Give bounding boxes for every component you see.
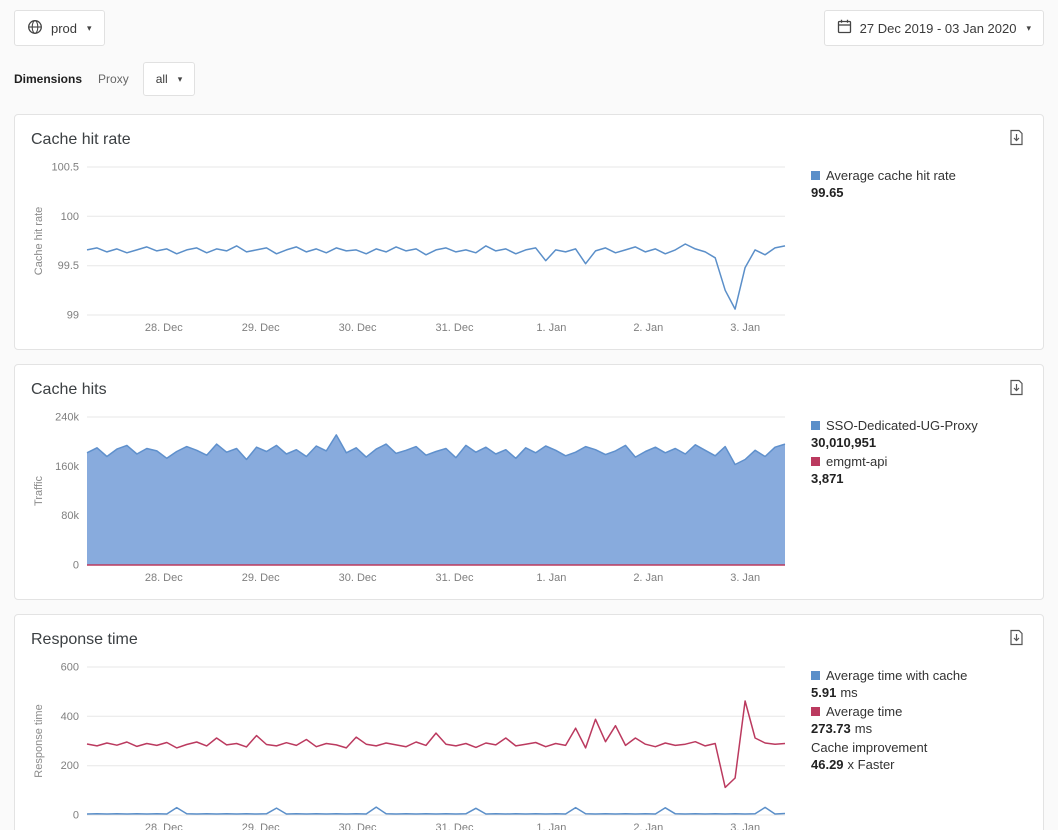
filters-bar: Dimensions Proxy all ▾ xyxy=(0,46,1058,96)
svg-text:80k: 80k xyxy=(61,510,79,522)
svg-text:1. Jan: 1. Jan xyxy=(536,822,566,830)
export-icon[interactable] xyxy=(1006,127,1027,153)
legend-label: SSO-Dedicated-UG-Proxy xyxy=(826,417,978,434)
proxy-selector[interactable]: all ▾ xyxy=(143,62,196,96)
svg-text:Cache hit rate: Cache hit rate xyxy=(33,207,45,275)
svg-text:Traffic: Traffic xyxy=(33,476,45,506)
legend-item: Average time 273.73ms xyxy=(811,703,1027,737)
legend-value: 273.73ms xyxy=(811,720,1027,737)
svg-text:100.5: 100.5 xyxy=(51,162,79,174)
legend-item: Average time with cache 5.91ms xyxy=(811,667,1027,701)
svg-text:1. Jan: 1. Jan xyxy=(536,322,566,334)
svg-text:31. Dec: 31. Dec xyxy=(436,572,474,584)
svg-text:28. Dec: 28. Dec xyxy=(145,822,183,830)
svg-text:240k: 240k xyxy=(55,412,79,424)
environment-selector[interactable]: prod ▾ xyxy=(14,10,105,46)
legend-swatch xyxy=(811,421,820,430)
legend-label: Average time with cache xyxy=(826,667,967,684)
legend-value: 5.91ms xyxy=(811,684,1027,701)
legend-value: 46.29x Faster xyxy=(811,756,1027,773)
legend-label: Average cache hit rate xyxy=(826,167,956,184)
svg-text:2. Jan: 2. Jan xyxy=(633,322,663,334)
legend-swatch xyxy=(811,171,820,180)
date-range-picker[interactable]: 27 Dec 2019 - 03 Jan 2020 ▾ xyxy=(824,10,1044,46)
legend-label: emgmt-api xyxy=(826,453,887,470)
legend: SSO-Dedicated-UG-Proxy 30,010,951 emgmt-… xyxy=(811,409,1027,489)
legend-swatch xyxy=(811,457,820,466)
svg-text:0: 0 xyxy=(73,560,79,572)
environment-label: prod xyxy=(51,21,77,36)
legend-label: Average time xyxy=(826,703,902,720)
proxy-label: Proxy xyxy=(98,72,129,86)
globe-icon xyxy=(27,19,43,38)
legend-item: SSO-Dedicated-UG-Proxy 30,010,951 xyxy=(811,417,1027,451)
svg-text:31. Dec: 31. Dec xyxy=(436,322,474,334)
export-icon[interactable] xyxy=(1006,627,1027,653)
legend-item: emgmt-api 3,871 xyxy=(811,453,1027,487)
legend-swatch xyxy=(811,707,820,716)
chart-title: Cache hit rate xyxy=(31,127,131,149)
svg-text:29. Dec: 29. Dec xyxy=(242,572,280,584)
svg-text:3. Jan: 3. Jan xyxy=(730,322,760,334)
svg-text:Response time: Response time xyxy=(33,704,45,777)
top-bar: prod ▾ 27 Dec 2019 - 03 Jan 2020 ▾ xyxy=(0,0,1058,46)
svg-text:99: 99 xyxy=(67,310,79,322)
legend: Average cache hit rate 99.65 xyxy=(811,159,1027,203)
svg-text:2. Jan: 2. Jan xyxy=(633,572,663,584)
proxy-selected-value: all xyxy=(156,72,168,86)
analytics-dashboard: { "header": { "environment": "prod", "da… xyxy=(0,0,1058,830)
legend-value: 3,871 xyxy=(811,470,1027,487)
calendar-icon xyxy=(837,19,852,37)
svg-text:400: 400 xyxy=(61,711,79,723)
svg-text:30. Dec: 30. Dec xyxy=(339,572,377,584)
cache-hits-chart: 0 80k 160k 240k 28. Dec 29. Dec 30. Dec 31. Dec… xyxy=(31,409,791,587)
svg-text:28. Dec: 28. Dec xyxy=(145,322,183,334)
chevron-down-icon: ▾ xyxy=(1026,23,1031,34)
svg-text:28. Dec: 28. Dec xyxy=(145,572,183,584)
chevron-down-icon: ▾ xyxy=(178,74,183,85)
date-range-label: 27 Dec 2019 - 03 Jan 2020 xyxy=(860,21,1017,36)
chart-title: Cache hits xyxy=(31,377,107,399)
svg-text:3. Jan: 3. Jan xyxy=(730,822,760,830)
legend-item: Average cache hit rate 99.65 xyxy=(811,167,1027,201)
svg-text:2. Jan: 2. Jan xyxy=(633,822,663,830)
cache-hit-rate-chart: 99 99.5 100 100.5 28. Dec 29. Dec 30. Dec 31. D… xyxy=(31,159,791,337)
cache-hit-rate-card: Cache hit rate 99 99.5 100 100.5 28. Dec 29. … xyxy=(14,114,1044,350)
legend-swatch xyxy=(811,671,820,680)
chevron-down-icon: ▾ xyxy=(87,23,92,34)
svg-text:29. Dec: 29. Dec xyxy=(242,822,280,830)
svg-text:31. Dec: 31. Dec xyxy=(436,822,474,830)
svg-text:3. Jan: 3. Jan xyxy=(730,572,760,584)
svg-text:30. Dec: 30. Dec xyxy=(339,822,377,830)
dimensions-label: Dimensions xyxy=(14,72,82,86)
svg-text:99.5: 99.5 xyxy=(58,260,79,272)
svg-text:0: 0 xyxy=(73,810,79,822)
response-time-chart: 0 200 400 600 28. Dec 29. Dec 30. Dec 31. Dec 1.… xyxy=(31,659,791,830)
chart-title: Response time xyxy=(31,627,138,649)
legend: Average time with cache 5.91ms Average t… xyxy=(811,659,1027,775)
svg-text:160k: 160k xyxy=(55,461,79,473)
export-icon[interactable] xyxy=(1006,377,1027,403)
svg-text:200: 200 xyxy=(61,760,79,772)
svg-text:100: 100 xyxy=(61,211,79,223)
response-time-card: Response time 0 200 400 600 28. Dec 29. Dec 30… xyxy=(14,614,1044,830)
legend-item: Cache improvement 46.29x Faster xyxy=(811,739,1027,773)
svg-text:30. Dec: 30. Dec xyxy=(339,322,377,334)
svg-text:1. Jan: 1. Jan xyxy=(536,572,566,584)
legend-value: 99.65 xyxy=(811,184,1027,201)
svg-text:29. Dec: 29. Dec xyxy=(242,322,280,334)
legend-label: Cache improvement xyxy=(811,739,927,756)
legend-value: 30,010,951 xyxy=(811,434,1027,451)
cache-hits-card: Cache hits 0 80k 160k 240k 28. Dec 29. Dec 30.… xyxy=(14,364,1044,600)
svg-text:600: 600 xyxy=(61,662,79,674)
